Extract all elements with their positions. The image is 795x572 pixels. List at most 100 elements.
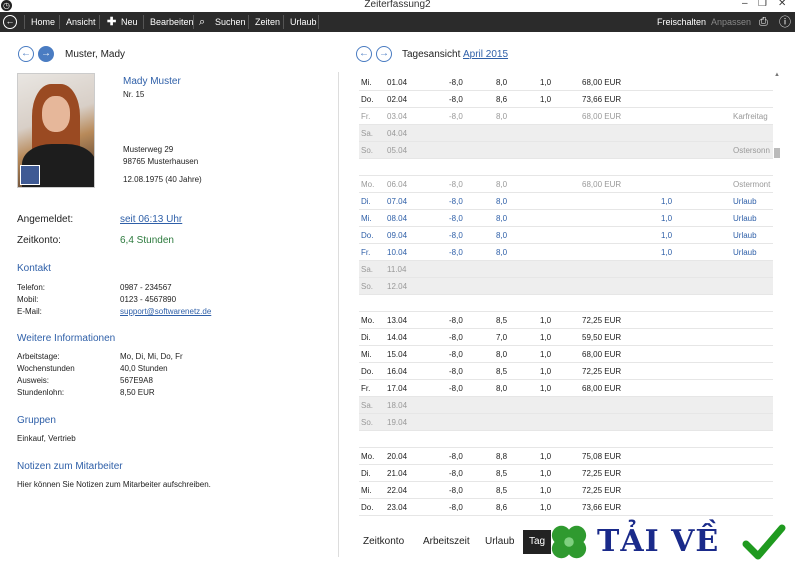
table-row[interactable]: Mo. 06.04 -8,0 8,0 68,00 EUR Ostermont bbox=[359, 176, 773, 193]
back-icon[interactable]: ← bbox=[3, 15, 17, 29]
table-row[interactable]: Di. 21.04 -8,0 8,5 1,0 72,25 EUR bbox=[359, 465, 773, 482]
cell-date: 15.04 bbox=[387, 350, 408, 359]
close-icon[interactable]: ✕ bbox=[778, 0, 786, 9]
logged-in-link[interactable]: seit 06:13 Uhr bbox=[120, 214, 182, 225]
cell-b: 8,5 bbox=[496, 367, 508, 376]
bearbeiten-button[interactable]: Bearbeiten bbox=[144, 12, 200, 32]
table-row[interactable]: Mi. 08.04 -8,0 8,0 1,0 Urlaub bbox=[359, 210, 773, 227]
dayview-label: Tagesansicht bbox=[402, 49, 461, 60]
month-link[interactable]: April 2015 bbox=[463, 49, 508, 60]
cell-d: Mo. bbox=[361, 452, 375, 461]
toolbar: ← Home Ansicht ✚ Neu Bearbeiten ⌕ Suchen… bbox=[0, 12, 795, 32]
zeiten-button[interactable]: Zeiten bbox=[249, 12, 286, 32]
info-heading: Weitere Informationen bbox=[17, 333, 116, 344]
cell-c: 1,0 bbox=[540, 367, 552, 376]
info-icon[interactable]: ⓘ bbox=[779, 12, 791, 32]
cell-d: Di. bbox=[361, 469, 371, 478]
table-row[interactable]: Mo. 13.04 -8,0 8,5 1,0 72,25 EUR bbox=[359, 312, 773, 329]
search-icon[interactable]: ⌕ bbox=[199, 12, 205, 32]
table-row[interactable]: Mi. 15.04 -8,0 8,0 1,0 68,00 EUR bbox=[359, 346, 773, 363]
cell-date: 16.04 bbox=[387, 367, 408, 376]
id-value: 567E9A8 bbox=[120, 376, 153, 385]
groups-heading: Gruppen bbox=[17, 415, 56, 426]
cell-date: 19.04 bbox=[387, 418, 408, 427]
tab-zeitkonto[interactable]: Zeitkonto bbox=[363, 530, 404, 554]
cell-date: 17.04 bbox=[387, 384, 408, 393]
cell-d: Fr. bbox=[361, 112, 371, 121]
divider bbox=[193, 15, 194, 29]
table-row[interactable]: Di. 14.04 -8,0 7,0 1,0 59,50 EUR bbox=[359, 329, 773, 346]
suchen-button[interactable]: Suchen bbox=[209, 12, 252, 32]
minimize-icon[interactable]: – bbox=[742, 0, 748, 9]
cell-d: So. bbox=[361, 146, 374, 155]
cell-c: 1,0 bbox=[540, 503, 552, 512]
cell-amt: 72,25 EUR bbox=[582, 316, 622, 325]
email-link[interactable]: support@softwarenetz.de bbox=[120, 307, 211, 316]
cell-date: 10.04 bbox=[387, 248, 408, 257]
table-row[interactable]: Do. 02.04 -8,0 8,6 1,0 73,66 EUR bbox=[359, 91, 773, 108]
freischalten-button[interactable]: Freischalten bbox=[651, 12, 712, 32]
cell-note: Ostersonn bbox=[733, 146, 770, 155]
cell-date: 01.04 bbox=[387, 78, 408, 87]
table-row[interactable]: Do. 23.04 -8,0 8,6 1,0 73,66 EUR bbox=[359, 499, 773, 516]
tab-arbeitszeit[interactable]: Arbeitszeit bbox=[423, 530, 470, 554]
cell-e: 1,0 bbox=[661, 248, 673, 257]
neu-button[interactable]: Neu bbox=[115, 12, 144, 32]
table-row[interactable]: Do. 16.04 -8,0 8,5 1,0 72,25 EUR bbox=[359, 363, 773, 380]
table-row[interactable]: So. 12.04 bbox=[359, 278, 773, 295]
scroll-thumb[interactable] bbox=[774, 148, 780, 158]
cell-amt: 68,00 EUR bbox=[582, 180, 622, 189]
email-label: E-Mail: bbox=[17, 307, 42, 316]
table-row[interactable]: So. 19.04 bbox=[359, 414, 773, 431]
table-row[interactable]: Mi. 01.04 -8,0 8,0 1,0 68,00 EUR bbox=[359, 74, 773, 91]
table-row[interactable]: Fr. 17.04 -8,0 8,0 1,0 68,00 EUR bbox=[359, 380, 773, 397]
table-row[interactable]: Sa. 11.04 bbox=[359, 261, 773, 278]
table-row[interactable]: Mo. 20.04 -8,0 8,8 1,0 75,08 EUR bbox=[359, 448, 773, 465]
prev-month-button[interactable]: ← bbox=[356, 46, 372, 62]
table-row[interactable]: Mi. 22.04 -8,0 8,5 1,0 72,25 EUR bbox=[359, 482, 773, 499]
table-row[interactable]: So. 05.04 Ostersonn bbox=[359, 142, 773, 159]
cell-a: -8,0 bbox=[449, 248, 463, 257]
cell-note: Urlaub bbox=[733, 231, 757, 240]
city: 98765 Musterhausen bbox=[123, 157, 199, 166]
employee-number: Nr. 15 bbox=[123, 90, 145, 99]
hours-label: Wochenstunden bbox=[17, 364, 75, 373]
scroll-up-icon[interactable]: ▲ bbox=[773, 72, 781, 78]
cell-e: 1,0 bbox=[661, 214, 673, 223]
week-separator bbox=[359, 295, 773, 312]
tab-urlaub[interactable]: Urlaub bbox=[485, 530, 514, 554]
prev-employee-button[interactable]: ← bbox=[18, 46, 34, 62]
scrollbar[interactable]: ▲ bbox=[773, 72, 781, 522]
home-button[interactable]: Home bbox=[25, 12, 61, 32]
cell-b: 8,6 bbox=[496, 95, 508, 104]
employee-header: Muster, Mady bbox=[65, 49, 126, 60]
table-row[interactable]: Di. 07.04 -8,0 8,0 1,0 Urlaub bbox=[359, 193, 773, 210]
cell-date: 02.04 bbox=[387, 95, 408, 104]
cell-a: -8,0 bbox=[449, 469, 463, 478]
cell-d: Sa. bbox=[361, 129, 374, 138]
cell-b: 7,0 bbox=[496, 333, 508, 342]
next-month-button[interactable]: → bbox=[376, 46, 392, 62]
table-row[interactable]: Fr. 10.04 -8,0 8,0 1,0 Urlaub bbox=[359, 244, 773, 261]
divider bbox=[318, 15, 319, 29]
cell-date: 03.04 bbox=[387, 112, 408, 121]
cell-amt: 68,00 EUR bbox=[582, 350, 622, 359]
cell-date: 05.04 bbox=[387, 146, 408, 155]
badge-icon bbox=[20, 165, 40, 185]
window-title: Zeiterfassung2 bbox=[364, 0, 431, 10]
maximize-icon[interactable]: ❐ bbox=[758, 0, 767, 9]
anpassen-button[interactable]: Anpassen bbox=[705, 12, 757, 32]
next-employee-button[interactable]: → bbox=[38, 46, 54, 62]
ansicht-button[interactable]: Ansicht bbox=[60, 12, 102, 32]
table-row[interactable]: Do. 09.04 -8,0 8,0 1,0 Urlaub bbox=[359, 227, 773, 244]
cell-c: 1,0 bbox=[540, 333, 552, 342]
cell-e: 1,0 bbox=[661, 197, 673, 206]
cell-b: 8,0 bbox=[496, 78, 508, 87]
table-row[interactable]: Fr. 03.04 -8,0 8,0 68,00 EUR Karfreitag bbox=[359, 108, 773, 125]
printer-icon[interactable]: ⎙ bbox=[759, 12, 768, 32]
cell-note: Ostermont bbox=[733, 180, 771, 189]
table-row[interactable]: Sa. 18.04 bbox=[359, 397, 773, 414]
table-row[interactable]: Sa. 04.04 bbox=[359, 125, 773, 142]
cell-amt: 59,50 EUR bbox=[582, 333, 622, 342]
urlaub-button[interactable]: Urlaub bbox=[284, 12, 323, 32]
